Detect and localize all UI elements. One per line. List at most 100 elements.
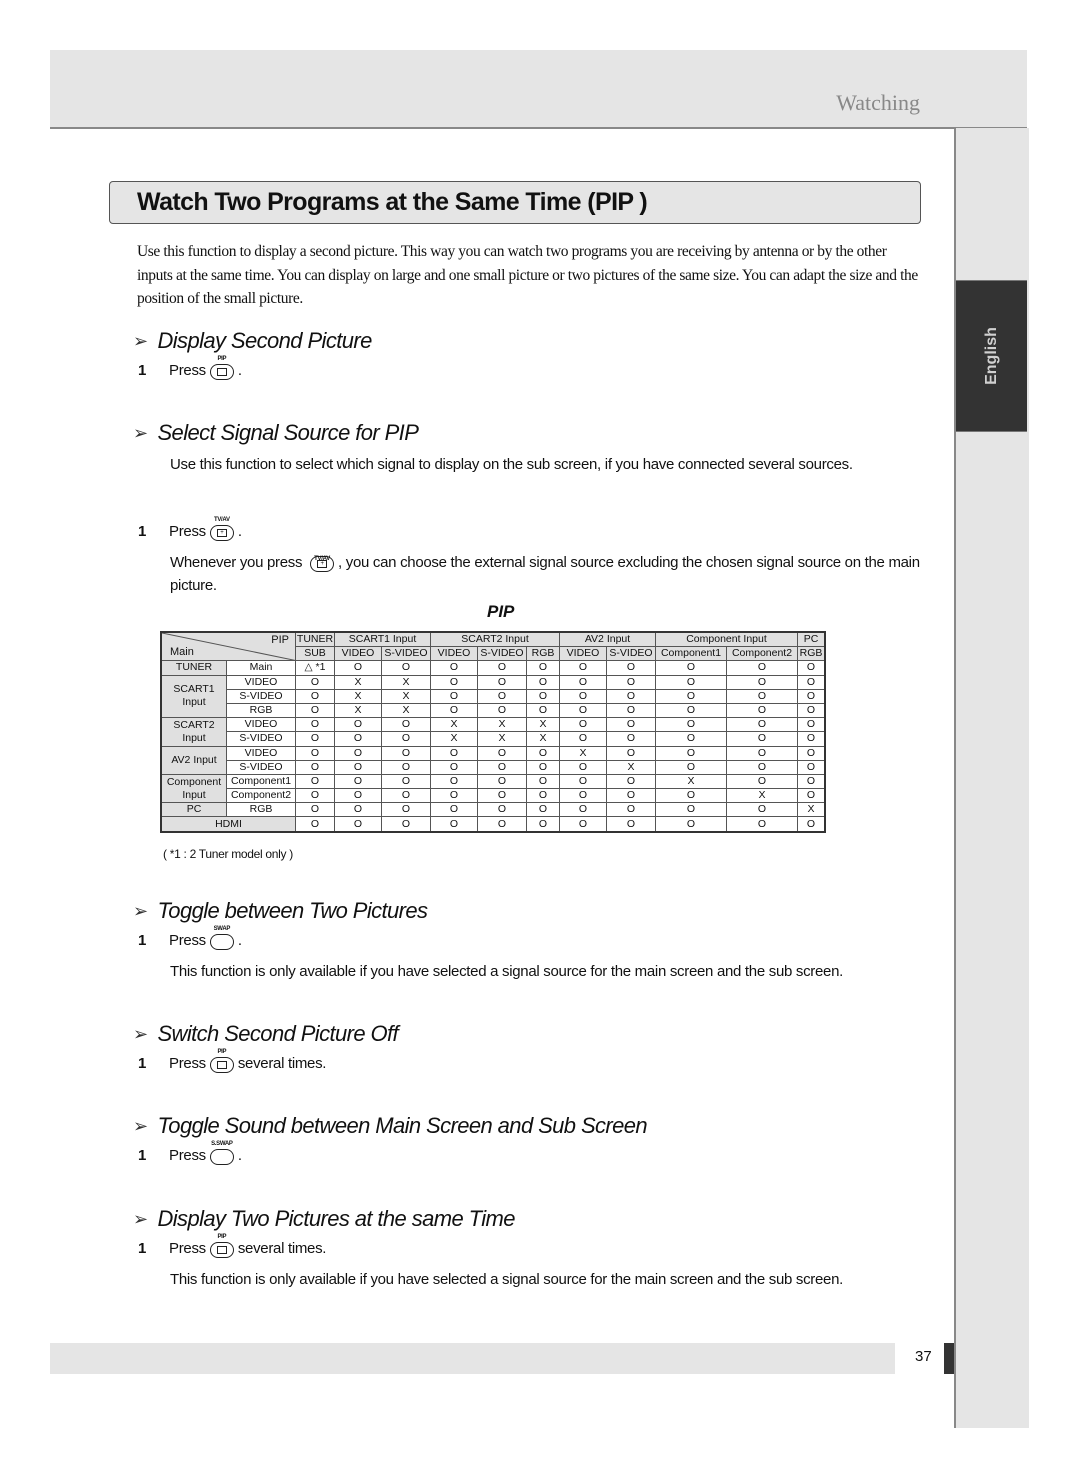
section-description: Use this function to select which signal… xyxy=(170,456,853,473)
row-group-header: TUNER xyxy=(160,660,227,676)
table-cell: O xyxy=(726,702,798,719)
step-number: 1 xyxy=(138,932,147,949)
language-tab-label: English xyxy=(982,327,1000,385)
step-suffix: . xyxy=(237,523,242,540)
column-header: VIDEO xyxy=(430,646,478,662)
table-row: SCART2 Input VIDEO O O O X X X O O O O O xyxy=(160,717,826,747)
table-cell: O xyxy=(526,759,560,775)
table-cell: O xyxy=(430,688,478,704)
page-title-box: Watch Two Programs at the Same Time (PIP… xyxy=(109,181,921,224)
section-heading-text: Select Signal Source for PIP xyxy=(157,420,419,445)
step-number: 1 xyxy=(138,1147,147,1164)
table-cell: O xyxy=(381,731,431,747)
column-group-header: Component Input xyxy=(655,631,798,648)
table-cell: O xyxy=(559,788,607,804)
table-cell: O xyxy=(606,717,656,733)
table-cell: X xyxy=(477,731,527,747)
table-cell: O xyxy=(606,731,656,747)
column-group-header: SCART2 Input xyxy=(430,631,560,648)
column-header: SUB xyxy=(295,646,335,662)
table-cell: O xyxy=(334,745,382,761)
page-marker xyxy=(944,1343,954,1374)
sound-swap-button-icon: S.SWAP xyxy=(209,1141,234,1165)
pip-button-icon: PIP xyxy=(209,1234,234,1258)
table-cell: O xyxy=(334,717,382,733)
table-cell: O xyxy=(334,773,382,790)
arrow-icon: ➢ xyxy=(133,422,148,443)
table-row: AV2 Input VIDEO O O O O O O X O O O O xyxy=(160,745,826,775)
step-text: Press xyxy=(169,1055,206,1072)
page-number: 37 xyxy=(915,1348,932,1365)
table-row: SCART1 Input VIDEO O X X O O O O O O O O xyxy=(160,674,826,719)
table-header-row: PIP Main TUNER SCART1 Input SCART2 Input AV2 … xyxy=(160,631,826,662)
row-header: VIDEO xyxy=(226,717,296,733)
button-label: PIP xyxy=(217,1048,227,1055)
intro-text: Use this function to display a second pi… xyxy=(137,243,918,307)
section-heading-text: Display Two Pictures at the same Time xyxy=(157,1206,515,1231)
table-cell: O xyxy=(655,660,727,676)
table-cell: O xyxy=(526,674,560,690)
table-cell: O xyxy=(797,759,826,775)
section-heading-toggle-two-pictures: ➢ Toggle between Two Pictures xyxy=(133,898,428,924)
button-glyph xyxy=(216,1245,227,1254)
table-cell: O xyxy=(526,773,560,790)
table-cell: O xyxy=(606,773,656,790)
button-glyph: + xyxy=(216,528,227,537)
section-note: Whenever you press TV/AV +, you can choos… xyxy=(170,551,925,597)
table-cell: O xyxy=(477,802,527,818)
table-cell: O xyxy=(295,745,335,761)
step-number: 1 xyxy=(138,1240,147,1257)
step-text: Press xyxy=(169,1240,206,1257)
arrow-icon: ➢ xyxy=(133,1023,148,1044)
table-cell: O xyxy=(655,788,727,804)
row-header: S-VIDEO xyxy=(226,759,296,775)
table-cell: O xyxy=(477,674,527,690)
table-cell: O xyxy=(797,773,826,790)
row-group-header: SCART1 Input xyxy=(160,674,227,719)
step: 1 Press TV/AV + . xyxy=(138,517,242,541)
table-cell: O xyxy=(606,802,656,818)
table-cell: O xyxy=(526,816,560,833)
table-row: Component2 O O O O O O O O O X O xyxy=(161,788,826,804)
column-header: S-VIDEO xyxy=(606,646,656,662)
table-cell: O xyxy=(430,816,478,833)
step-suffix: . xyxy=(237,1147,242,1164)
step-text: Press xyxy=(169,1147,206,1164)
table-cell: O xyxy=(295,717,335,733)
table-cell: X xyxy=(526,717,560,733)
button-glyph xyxy=(216,367,227,376)
step: 1 Press S.SWAP . xyxy=(138,1141,242,1165)
table-cell: O xyxy=(381,717,431,733)
table-cell: X xyxy=(477,717,527,733)
step-suffix: several times. xyxy=(237,1055,327,1072)
section-heading-toggle-sound: ➢ Toggle Sound between Main Screen and S… xyxy=(133,1113,648,1139)
table-cell: O xyxy=(295,788,335,804)
table-cell: O xyxy=(477,660,527,676)
pip-button-icon: PIP xyxy=(209,356,234,380)
table-cell: O xyxy=(559,816,607,833)
arrow-icon: ➢ xyxy=(133,1208,148,1229)
table-cell: O xyxy=(606,816,656,833)
table-cell: O xyxy=(726,802,798,818)
section-heading-select-signal-source: ➢ Select Signal Source for PIP xyxy=(133,420,419,446)
table-cell: O xyxy=(655,688,727,704)
table-row: PC RGB O O O O O O O O O O X xyxy=(160,802,826,818)
language-tab[interactable]: English xyxy=(956,280,1027,432)
step-suffix: . xyxy=(237,932,242,949)
table-cell: O xyxy=(477,773,527,790)
table-cell: X xyxy=(334,674,382,690)
step-number: 1 xyxy=(138,1055,147,1072)
table-cell: O xyxy=(797,674,826,690)
table-cell: △ *1 xyxy=(295,660,335,676)
table-cell: X xyxy=(797,802,826,818)
table-cell: O xyxy=(526,688,560,704)
table-cell: O xyxy=(797,788,826,804)
table-cell: O xyxy=(526,660,560,676)
table-cell: O xyxy=(381,802,431,818)
table-cell: X xyxy=(430,731,478,747)
table-cell: O xyxy=(726,688,798,704)
column-header: VIDEO xyxy=(559,646,607,662)
table-cell: O xyxy=(477,702,527,719)
table-cell: O xyxy=(559,773,607,790)
table-cell: O xyxy=(430,745,478,761)
